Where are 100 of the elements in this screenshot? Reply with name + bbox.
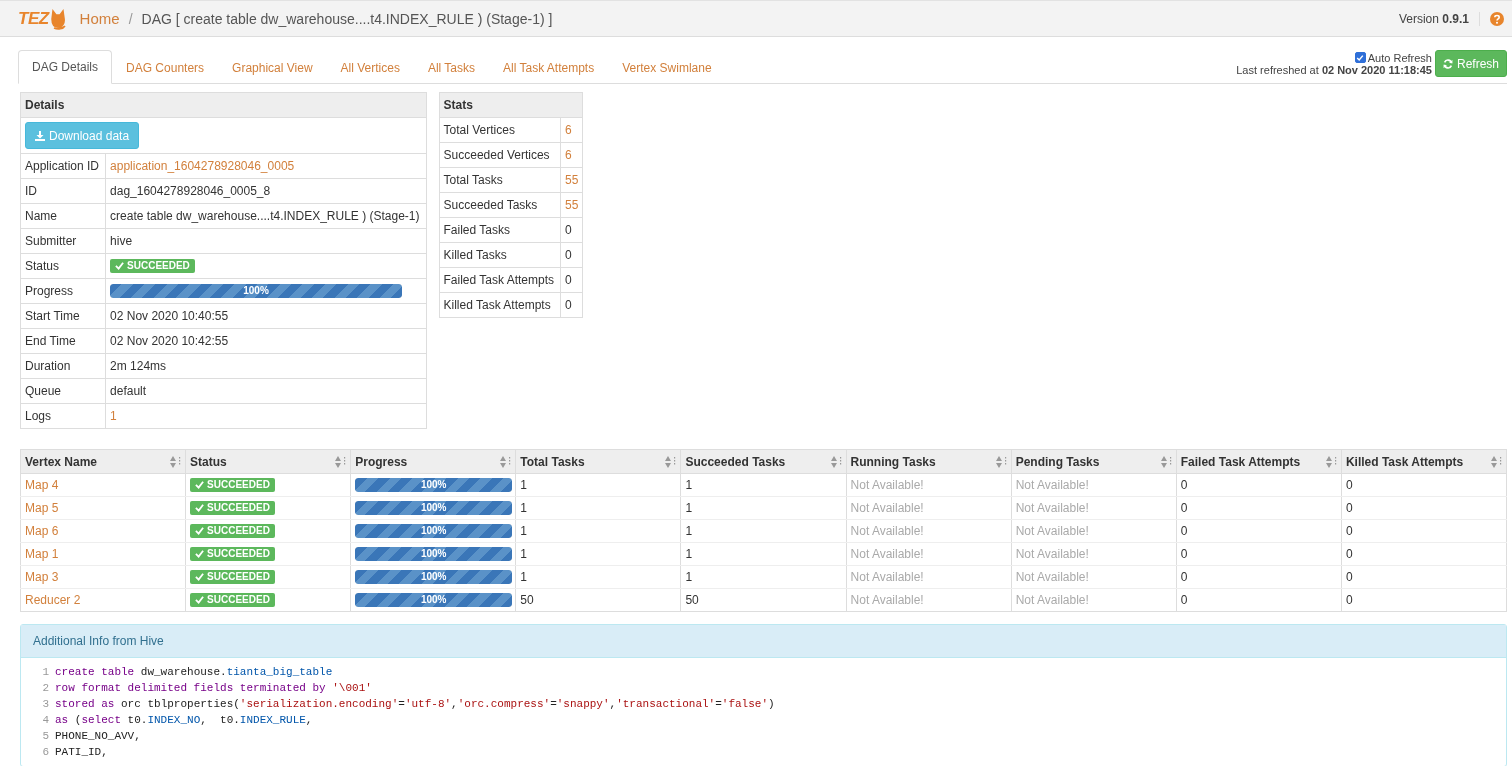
- table-cell: 1: [680, 542, 847, 566]
- detail-label: Name: [20, 203, 106, 229]
- detail-label: End Time: [20, 328, 106, 354]
- last-refreshed-text: Last refreshed at 02 Nov 2020 11:18:45: [1236, 63, 1432, 76]
- progress-label: 100%: [419, 501, 448, 515]
- panel-title: Stats: [439, 92, 583, 118]
- sort-icon[interactable]: [499, 454, 512, 469]
- code-line: PHONE_NO_AVV,: [55, 730, 141, 742]
- sort-icon[interactable]: [1490, 454, 1502, 469]
- detail-value: dag_1604278928046_0005_8: [105, 178, 427, 204]
- stat-label: Total Vertices: [439, 117, 561, 143]
- vertex-link[interactable]: Map 4: [20, 473, 186, 497]
- refresh-button[interactable]: Refresh: [1434, 50, 1507, 77]
- table-cell: Not Available!: [1011, 542, 1177, 566]
- table-cell: 0: [1176, 473, 1342, 497]
- status-badge: SUCCEEDED: [190, 592, 275, 607]
- vertex-link[interactable]: Map 3: [20, 565, 186, 589]
- stat-value[interactable]: 55: [560, 167, 583, 193]
- download-button[interactable]: Download data: [25, 122, 140, 149]
- table-cell: Not Available!: [1011, 496, 1177, 520]
- table-cell: 1: [515, 496, 681, 520]
- sort-icon[interactable]: [1324, 454, 1337, 469]
- detail-value: 02 Nov 2020 10:42:55: [105, 328, 427, 354]
- detail-label: Status: [20, 253, 106, 279]
- detail-label: Start Time: [20, 303, 106, 329]
- table-cell: 1: [515, 542, 681, 566]
- tab[interactable]: All Tasks: [413, 51, 490, 84]
- auto-refresh-checkbox[interactable]: [1354, 52, 1366, 63]
- table-cell: 0: [1176, 588, 1342, 612]
- detail-label: Logs: [20, 403, 106, 429]
- stat-value[interactable]: 6: [560, 142, 583, 168]
- code-line: PATI_ID,: [55, 746, 108, 758]
- table-cell: 1: [680, 496, 847, 520]
- sort-icon[interactable]: [1159, 454, 1172, 469]
- progress-label: 100%: [419, 570, 448, 584]
- vertex-link[interactable]: Map 5: [20, 496, 186, 520]
- panel-title: Details: [20, 92, 427, 118]
- tab[interactable]: Graphical View: [218, 51, 327, 84]
- tab[interactable]: DAG Counters: [112, 51, 219, 84]
- tab[interactable]: All Task Attempts: [489, 51, 609, 84]
- line-number: 5: [41, 730, 50, 742]
- tab[interactable]: Vertex Swimlane: [608, 51, 726, 84]
- detail-link[interactable]: 1: [105, 403, 427, 429]
- home-link[interactable]: Home: [79, 10, 120, 27]
- detail-value: 02 Nov 2020 10:40:55: [105, 303, 427, 329]
- version-text: Version 0.9.1: [1398, 11, 1469, 26]
- sort-icon[interactable]: [334, 454, 347, 469]
- status-badge: SUCCEEDED: [110, 258, 195, 273]
- table-cell: Not Available!: [1011, 565, 1177, 589]
- vertex-link[interactable]: Map 6: [20, 519, 186, 543]
- progress-label: 100%: [419, 593, 448, 607]
- table-cell: 1: [515, 519, 681, 543]
- table-cell: Not Available!: [846, 496, 1012, 520]
- table-cell: 1: [680, 565, 847, 589]
- logo-text[interactable]: TEZ: [18, 8, 49, 29]
- table-cell: 0: [1176, 542, 1342, 566]
- tab[interactable]: DAG Details: [18, 50, 113, 84]
- detail-value: 2m 124ms: [105, 353, 427, 379]
- table-cell: Not Available!: [1011, 588, 1177, 612]
- table-cell: Not Available!: [846, 519, 1012, 543]
- table-cell: 0: [1341, 473, 1507, 497]
- detail-label: Submitter: [20, 228, 106, 254]
- detail-label: Queue: [20, 378, 106, 404]
- detail-link[interactable]: application_1604278928046_0005: [105, 153, 427, 179]
- sort-icon[interactable]: [829, 454, 842, 469]
- table-cell: 0: [1341, 496, 1507, 520]
- help-icon[interactable]: [1490, 11, 1504, 26]
- stat-label: Succeeded Tasks: [439, 192, 561, 218]
- check-icon: [195, 503, 205, 513]
- sort-icon[interactable]: [664, 454, 677, 469]
- stat-value[interactable]: 55: [560, 192, 583, 218]
- table-cell: 50: [515, 588, 681, 612]
- cat-icon: [49, 7, 66, 30]
- sort-icon[interactable]: [169, 454, 182, 469]
- column-header[interactable]: Progress: [355, 454, 408, 469]
- vertex-link[interactable]: Reducer 2: [20, 588, 186, 612]
- vertex-link[interactable]: Map 1: [20, 542, 186, 566]
- refresh-icon: [1442, 58, 1453, 69]
- table-cell: 0: [1341, 519, 1507, 543]
- progress-label: 100%: [419, 478, 448, 492]
- table-cell: 0: [1176, 496, 1342, 520]
- table-cell: Not Available!: [846, 473, 1012, 497]
- check-icon: [195, 526, 205, 536]
- table-cell: Not Available!: [846, 542, 1012, 566]
- stat-value[interactable]: 6: [560, 117, 583, 143]
- table-cell: 0: [1176, 565, 1342, 589]
- table-cell: 0: [1341, 588, 1507, 612]
- column-header[interactable]: Status: [190, 454, 227, 469]
- stat-value: 0: [560, 242, 583, 268]
- check-icon: [195, 572, 205, 582]
- status-badge: SUCCEEDED: [190, 477, 275, 492]
- line-number: 4: [41, 714, 50, 726]
- status-badge: SUCCEEDED: [190, 500, 275, 515]
- table-cell: Not Available!: [846, 588, 1012, 612]
- progress-label: 100%: [242, 284, 270, 298]
- tab[interactable]: All Vertices: [326, 51, 414, 84]
- sort-icon[interactable]: [994, 454, 1007, 469]
- stat-value: 0: [560, 267, 583, 293]
- check-icon: [115, 261, 125, 271]
- line-number: 1: [41, 666, 50, 678]
